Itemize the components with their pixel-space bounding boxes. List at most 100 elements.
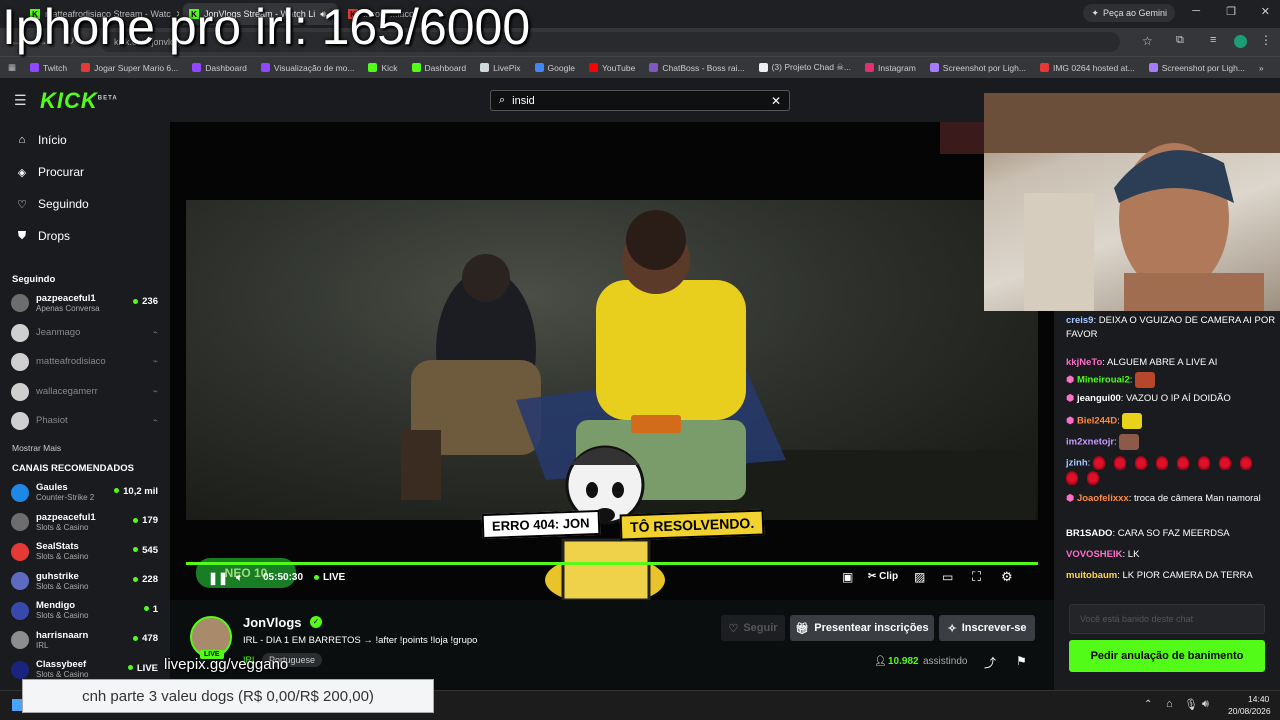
channel-name: Jeanmago — [36, 326, 81, 338]
mic-icon[interactable]: 🎙︎ — [1184, 698, 1198, 711]
bookmark-item[interactable]: Dashboard — [192, 63, 247, 73]
bookmark-star-icon[interactable]: ☆ — [1142, 34, 1153, 48]
bookmark-item[interactable]: Kick — [368, 63, 398, 73]
chat-message: im2xnetojr: — [1066, 434, 1276, 450]
sidebar-item-drops[interactable]: ⛊ Drops — [0, 220, 170, 252]
channel-item[interactable]: pazpeaceful1 Slots & Casino 179 — [0, 507, 170, 537]
report-icon[interactable]: ⚑ — [1016, 654, 1027, 668]
bookmark-favicon-icon — [1039, 63, 1049, 72]
menu-hamburger-icon[interactable]: ☰ — [14, 92, 27, 109]
bookmark-item[interactable]: ChatBoss - Boss rai... — [649, 63, 745, 73]
fullscreen-icon[interactable]: ⛶ — [972, 569, 981, 585]
picture-in-picture-icon[interactable]: ▣ — [842, 570, 853, 584]
channel-name[interactable]: JonVlogs — [243, 615, 302, 630]
sidebar-item-seguindo[interactable]: ♡ Seguindo — [0, 188, 170, 220]
maximize-icon[interactable]: ❐ — [1226, 5, 1236, 18]
apps-grid-icon[interactable]: ▦ — [8, 62, 16, 73]
bookmark-item[interactable]: LivePix — [480, 63, 521, 73]
bookmark-item[interactable]: Instagram — [865, 63, 916, 73]
video-player[interactable]: ERRO 404: JON TÔ RESOLVENDO. NEO 10 ❚❚ 🔈… — [170, 122, 1054, 600]
subscribe-button[interactable]: ✧ Inscrever-se — [939, 615, 1035, 641]
bookmark-item[interactable]: Google — [534, 62, 575, 73]
channel-item[interactable]: Gaules Counter-Strike 2 10,2 mil — [0, 478, 170, 508]
bookmark-item[interactable]: Jogar Super Mario 6... — [81, 63, 178, 73]
chat-username[interactable]: muitobaum — [1066, 570, 1117, 581]
bookmark-favicon-icon — [368, 63, 378, 72]
chat-username[interactable]: jzinh — [1066, 458, 1088, 469]
chat-username[interactable]: jeangui00 — [1077, 393, 1121, 404]
banner-right-text: TÔ RESOLVENDO. — [629, 514, 755, 536]
rose-emote-icon — [1218, 456, 1231, 470]
chat-username[interactable]: creis9 — [1066, 315, 1093, 326]
chat-username[interactable]: Mineirouai2 — [1077, 375, 1130, 386]
chat-username[interactable]: VOVOSHEIK — [1066, 549, 1123, 560]
clip-button[interactable]: ✂ Clip — [868, 571, 898, 582]
sidebar-item-procurar[interactable]: ◈ Procurar — [0, 156, 170, 188]
chat-username[interactable]: Joaofelixxx — [1077, 493, 1129, 504]
kick-logo[interactable]: KICKBETA — [40, 88, 118, 114]
settings-gear-icon[interactable]: ⚙ — [1001, 569, 1013, 585]
gift-subs-button[interactable]: 🎁︎ Presentear inscrições — [790, 615, 934, 641]
channel-item[interactable]: Phasiot ⌁ — [0, 406, 170, 436]
chat-username[interactable]: Biel244D — [1077, 416, 1117, 427]
channel-item[interactable]: Mendigo Slots & Casino 1 — [0, 596, 170, 626]
livepix-url: livepix.gg/veggano — [164, 656, 289, 673]
offline-icon: ⌁ — [152, 356, 158, 366]
clip-icon: ✂ — [868, 571, 877, 582]
more-bookmarks-icon[interactable]: » — [1259, 63, 1280, 73]
following-list: pazpeaceful1 Apenas Conversa 236 Jeanmago ⌁ m… — [0, 288, 170, 436]
bookmark-item[interactable]: Dashboard — [411, 63, 466, 73]
menu-icon[interactable]: ⋮ — [1260, 33, 1272, 47]
bookmark-item[interactable]: IMG 0264 hosted at... — [1039, 63, 1135, 73]
profile-avatar[interactable] — [1234, 35, 1247, 48]
extensions-icon[interactable]: ⧉ — [1176, 34, 1184, 47]
channel-item[interactable]: guhstrike Slots & Casino 228 — [0, 566, 170, 596]
speaker-icon[interactable]: 🔊︎ — [1202, 698, 1209, 711]
sub-badge-icon: ⬢ — [1066, 415, 1077, 427]
bookmark-item[interactable]: Screenshot por Ligh... — [929, 62, 1026, 73]
bookmark-item[interactable]: Screenshot por Ligh... — [1148, 63, 1245, 73]
browse-icon: ◈ — [17, 166, 27, 179]
bookmark-item[interactable]: (3) Projeto Chad ☠... — [758, 62, 851, 73]
chat-username[interactable]: kkjNeTo — [1066, 357, 1102, 368]
pause-icon[interactable]: ❚❚ — [208, 571, 228, 585]
show-more-link[interactable]: Mostrar Mais — [0, 436, 170, 460]
bookmark-label: Google — [547, 62, 575, 73]
channel-item[interactable]: wallacegamerr ⌁ — [0, 377, 170, 407]
close-window-icon[interactable]: ✕ — [1261, 5, 1270, 18]
chat-username[interactable]: im2xnetojr — [1066, 437, 1114, 448]
follow-button[interactable]: ♡ Seguir — [721, 615, 785, 641]
sidebar-item-incio[interactable]: ⌂ Início — [0, 124, 170, 156]
channel-info: LIVE JonVlogs ✓ IRL - DIA 1 EM BARRETOS … — [170, 600, 1054, 690]
channel-avatar — [11, 412, 29, 430]
bookmark-item[interactable]: Twitch — [30, 63, 67, 73]
share-icon[interactable]: ⤴ — [984, 654, 996, 671]
channel-avatar — [11, 353, 29, 371]
unban-request-button[interactable]: Pedir anulação de banimento — [1069, 640, 1265, 672]
tray-chevron-icon[interactable]: ⌃ — [1144, 699, 1152, 710]
network-icon[interactable]: ⌂ — [1166, 698, 1173, 710]
bookmark-item[interactable]: YouTube — [588, 63, 635, 73]
channel-item[interactable]: Jeanmago ⌁ — [0, 318, 170, 348]
gemini-button[interactable]: ✦ Peça ao Gemini — [1083, 4, 1175, 22]
channel-item[interactable]: matteafrodisiaco ⌁ — [0, 347, 170, 377]
volume-icon[interactable]: 🔈︎ — [236, 570, 243, 585]
bookmark-item[interactable]: Visualização de mo... — [260, 63, 354, 73]
chat-input[interactable]: Você está banido deste chat — [1069, 604, 1265, 634]
chat-username[interactable]: BR1SADO — [1066, 528, 1112, 539]
sub-badge-icon: ⬢ — [1066, 374, 1077, 386]
theater-mode-icon[interactable]: ▭ — [942, 570, 953, 584]
minimize-icon[interactable]: ─ — [1192, 5, 1200, 17]
nav-list: ⌂ Início ◈ Procurar ♡ Seguindo ⛊ Drops — [0, 124, 170, 252]
captions-icon[interactable]: ▨ — [914, 570, 925, 584]
channel-item[interactable]: pazpeaceful1 Apenas Conversa 236 — [0, 288, 170, 318]
channel-item[interactable]: SealStats Slots & Casino 545 — [0, 537, 170, 567]
clear-search-icon[interactable]: ✕ — [771, 94, 781, 108]
bookmark-label: Screenshot por Ligh... — [942, 62, 1026, 73]
channel-item[interactable]: harrisnaarn IRL 478 — [0, 625, 170, 655]
viewer-count: LIVE — [128, 663, 158, 674]
media-icon[interactable]: ≡ — [1210, 34, 1216, 46]
search-input[interactable] — [512, 94, 764, 107]
clock-date[interactable]: 20/08/2026 — [1228, 706, 1271, 716]
clock-time[interactable]: 14:40 — [1248, 694, 1269, 704]
